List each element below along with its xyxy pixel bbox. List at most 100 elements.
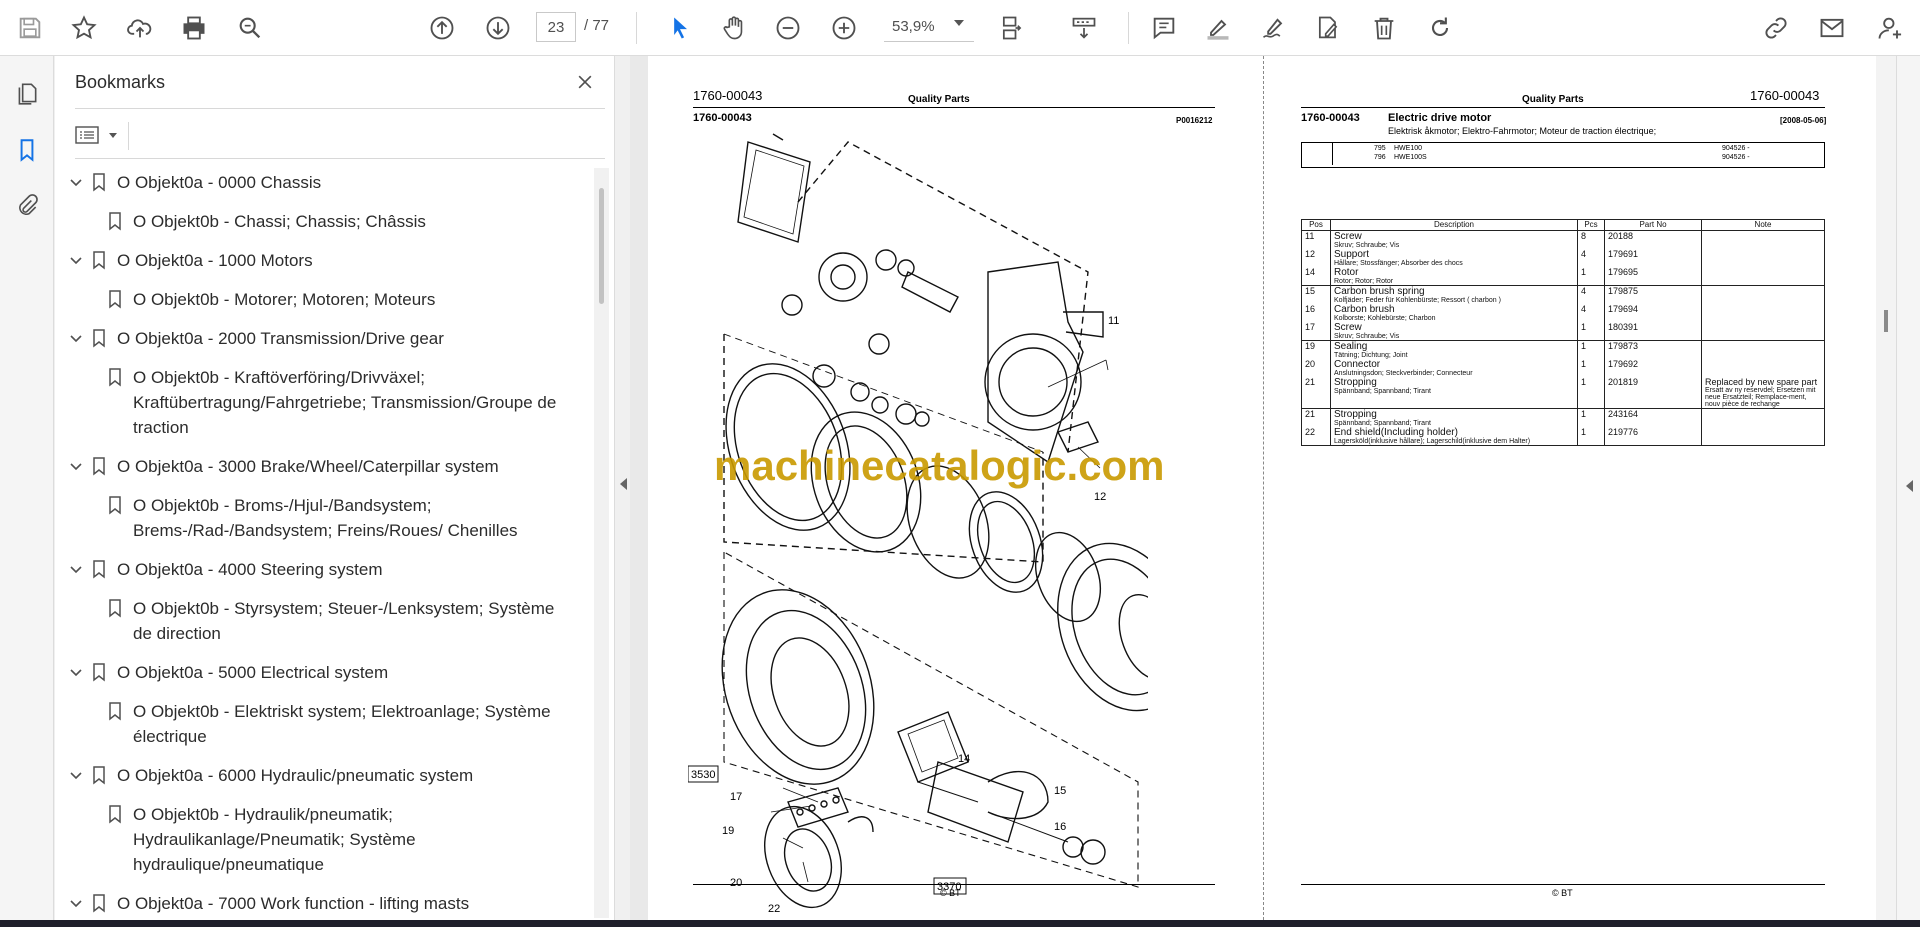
pcs-value: 1 [1581, 267, 1587, 277]
scroll-mode-icon[interactable] [1066, 10, 1102, 46]
panel-title: Bookmarks [75, 72, 166, 92]
bookmark-flag-icon [109, 496, 121, 515]
document-scroll-thumb[interactable] [1884, 310, 1888, 332]
callout-label: 19 [722, 825, 734, 837]
close-icon[interactable] [571, 68, 599, 96]
bookmark-flag-icon [93, 457, 105, 476]
part-description: Screw [1334, 322, 1362, 333]
bookmark-icon[interactable] [11, 134, 43, 166]
bookmark-label-line: O Objekt0a - 4000 Steering system [117, 560, 383, 579]
pcs-cell: 4 [1577, 249, 1605, 267]
note-cell [1701, 322, 1825, 341]
bookmark-flag-icon [93, 173, 105, 192]
bookmarks-panel: Bookmarks O Objekt0a - 0000 Chassis O Obj… [55, 56, 615, 920]
hand-icon[interactable] [716, 10, 752, 46]
bookmark-label: O Objekt0a - 1000 Motors [117, 248, 313, 273]
parts-code-title: 1760-00043 [1301, 112, 1360, 124]
upload-icon[interactable] [122, 10, 158, 46]
description-cell: Carbon brush spring Kolfjäder; Feder für … [1330, 285, 1578, 304]
callout-label: 20 [730, 877, 742, 889]
chevron-down-icon[interactable] [69, 460, 83, 474]
chevron-down-icon[interactable] [69, 254, 83, 268]
zoom-in-icon[interactable] [826, 10, 862, 46]
page-code-top: 1760-00043 [693, 88, 763, 103]
document-canvas[interactable]: 1760-00043 Quality Parts 1760-00043 P001… [630, 56, 1876, 920]
model-name: HWE100 [1394, 145, 1423, 152]
footer-rule [693, 884, 1215, 885]
print-icon[interactable] [176, 10, 212, 46]
part-description-translations: Lagersköld(inklusive hållare); Lagerschi… [1334, 438, 1531, 445]
page-header-center: Quality Parts [908, 94, 970, 105]
note-cell [1701, 249, 1825, 267]
end-shield-part [721, 589, 875, 785]
page-number-input[interactable]: 23 [536, 12, 576, 42]
zoom-search-icon[interactable] [232, 10, 268, 46]
part-description: Rotor [1334, 267, 1359, 278]
page-down-icon[interactable] [480, 10, 516, 46]
chevron-down-icon[interactable] [69, 666, 83, 680]
page-up-icon[interactable] [424, 10, 460, 46]
bookmark-label: O Objekt0a - 7000 Work function - liftin… [117, 891, 469, 916]
part-description-translations: Skruv; Schraube; Vis [1334, 242, 1400, 249]
pos-cell: 17 [1301, 322, 1331, 341]
table-row: 21 Stropping Spännband; Spannband; Tirant 1… [1301, 377, 1825, 409]
account-icon[interactable] [1872, 10, 1908, 46]
zoom-level-select[interactable]: 53,9% [884, 12, 974, 42]
part-number: 179694 [1608, 304, 1639, 314]
part-no-cell: 179873 [1604, 340, 1702, 359]
part-number: 179873 [1608, 341, 1639, 351]
pcs-value: 1 [1581, 322, 1587, 332]
highlight-icon[interactable] [1200, 10, 1236, 46]
callout-label: 14 [958, 753, 970, 765]
chevron-down-icon[interactable] [69, 563, 83, 577]
zoom-out-icon[interactable] [770, 10, 806, 46]
part-description-translations: Rotor; Rotor; Rotor [1334, 278, 1394, 285]
table-row: 20 Connector Anslutningsdon; Steckverbinde… [1301, 359, 1825, 377]
table-row: 12 Support Hållare; Stossfänger; Absorber … [1301, 249, 1825, 267]
chevron-down-icon[interactable] [954, 20, 964, 26]
table-row: 16 Carbon brush Kolborste; Kohlebürste; Ch… [1301, 304, 1825, 322]
edit-pdf-icon[interactable] [1310, 10, 1346, 46]
description-cell: Rotor Rotor; Rotor; Rotor [1330, 267, 1578, 286]
bookmark-options-button[interactable] [75, 120, 123, 150]
star-icon[interactable] [66, 10, 102, 46]
select-cursor-icon[interactable] [662, 10, 698, 46]
pos-value: 14 [1305, 267, 1316, 277]
part-description: Screw [1334, 231, 1362, 242]
model-box: 795 HWE100 904526 - 796 HWE100S 904526 - [1301, 142, 1825, 168]
share-link-icon[interactable] [1758, 10, 1794, 46]
chevron-down-icon[interactable] [69, 332, 83, 346]
pos-cell: 16 [1301, 304, 1331, 322]
bookmark-label-line: O Objekt0a - 0000 Chassis [117, 173, 322, 192]
bookmark-flag-icon [109, 599, 121, 618]
fit-page-icon[interactable] [994, 10, 1030, 46]
drawing-id: P0016212 [1176, 116, 1213, 125]
email-icon[interactable] [1814, 10, 1850, 46]
document-scrollbar[interactable] [1876, 56, 1896, 920]
attachment-icon[interactable] [11, 190, 43, 222]
callout-label: 12 [1094, 491, 1106, 503]
expand-right-panel-arrow-icon[interactable] [1906, 480, 1913, 492]
description-cell: Connector Anslutningsdon; Steckverbinder;… [1330, 359, 1578, 377]
comment-icon[interactable] [1146, 10, 1182, 46]
sign-icon[interactable] [1256, 10, 1292, 46]
save-icon[interactable] [12, 10, 48, 46]
pos-cell: 21 [1301, 377, 1331, 409]
rotor-part [927, 761, 1024, 843]
pos-value: 12 [1305, 249, 1316, 259]
part-number: 179691 [1608, 249, 1639, 259]
column-header: Pos [1301, 219, 1331, 231]
rotate-icon[interactable] [1422, 10, 1458, 46]
table-row: 14 Rotor Rotor; Rotor; Rotor 1 179695 [1301, 267, 1825, 286]
page-thumbnails-icon[interactable] [11, 78, 43, 110]
callout-label: 17 [730, 791, 742, 803]
pcs-cell: 8 [1577, 230, 1605, 249]
pos-cell: 15 [1301, 285, 1331, 304]
chevron-down-icon[interactable] [69, 897, 83, 911]
pcs-cell: 1 [1577, 408, 1605, 427]
chevron-down-icon[interactable] [69, 176, 83, 190]
panel-scroll-thumb[interactable] [599, 188, 604, 304]
delete-icon[interactable] [1366, 10, 1402, 46]
collapse-panel-arrow-icon[interactable] [620, 478, 627, 490]
chevron-down-icon[interactable] [69, 769, 83, 783]
